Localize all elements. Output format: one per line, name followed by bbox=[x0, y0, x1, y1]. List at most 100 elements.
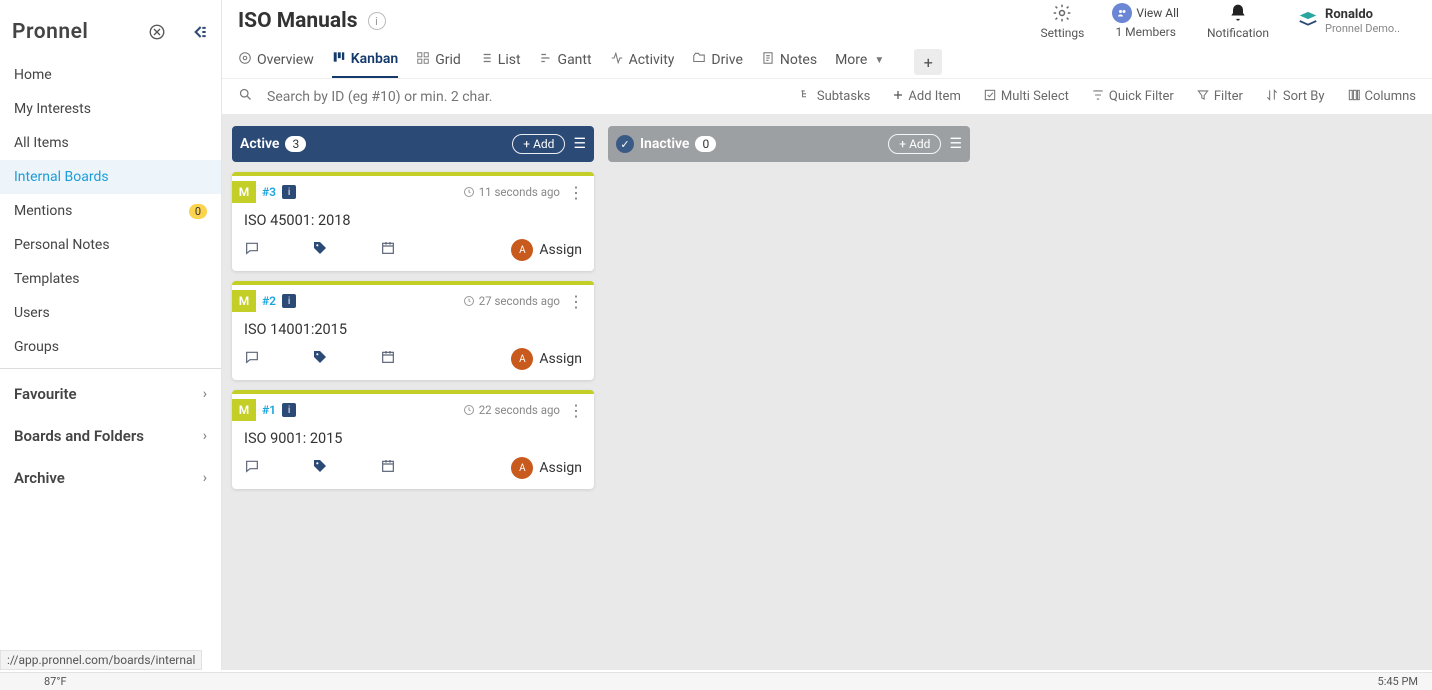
grid-icon bbox=[416, 51, 430, 69]
sidebar-item-users[interactable]: Users bbox=[0, 296, 221, 330]
sidebar-item-home[interactable]: Home bbox=[0, 58, 221, 92]
view-all-link[interactable]: View All bbox=[1112, 3, 1179, 23]
sidebar-item-label: Templates bbox=[14, 271, 80, 287]
notes-icon bbox=[761, 51, 775, 69]
add-view-button[interactable]: + bbox=[914, 49, 942, 75]
sidebar-item-label: Users bbox=[14, 305, 50, 321]
tab-grid[interactable]: Grid bbox=[416, 47, 461, 77]
column-menu-icon[interactable]: ☰ bbox=[949, 136, 962, 152]
tool-quick-filter[interactable]: Quick Filter bbox=[1091, 88, 1174, 106]
card-id[interactable]: #3 bbox=[262, 185, 276, 199]
column-header[interactable]: Active3+ Add☰ bbox=[232, 126, 594, 162]
tag-icon[interactable] bbox=[312, 349, 328, 369]
date-icon[interactable] bbox=[380, 458, 396, 478]
sidebar-item-label: Home bbox=[14, 67, 52, 83]
sidebar-item-internal-boards[interactable]: Internal Boards bbox=[0, 160, 221, 194]
tab-notes[interactable]: Notes bbox=[761, 47, 817, 77]
tool-label: Multi Select bbox=[1001, 89, 1069, 104]
tab-more[interactable]: More▼ bbox=[835, 48, 884, 76]
tab-drive[interactable]: Drive bbox=[692, 47, 742, 77]
card-info-icon[interactable]: i bbox=[282, 403, 296, 417]
card[interactable]: M#3i11 seconds ago⋮ISO 45001: 2018AAssig… bbox=[232, 172, 594, 271]
tab-overview[interactable]: Overview bbox=[238, 47, 314, 77]
card[interactable]: M#2i27 seconds ago⋮ISO 14001:2015AAssign bbox=[232, 281, 594, 380]
collapse-sidebar-icon[interactable] bbox=[189, 22, 209, 42]
sidebar-section-favourite[interactable]: Favourite› bbox=[0, 373, 221, 415]
assign-button[interactable]: AAssign bbox=[511, 239, 582, 261]
quick-filter-icon bbox=[1091, 88, 1105, 106]
card-timestamp: 22 seconds ago bbox=[463, 403, 560, 417]
sidebar-item-templates[interactable]: Templates bbox=[0, 262, 221, 296]
search-input[interactable] bbox=[267, 89, 547, 105]
column-menu-icon[interactable]: ☰ bbox=[573, 136, 586, 152]
assign-button[interactable]: AAssign bbox=[511, 348, 582, 370]
card-info-icon[interactable]: i bbox=[282, 185, 296, 199]
tool-label: Add Item bbox=[908, 89, 960, 104]
settings-button[interactable]: Settings bbox=[1041, 2, 1085, 40]
members-button[interactable]: View All 1 Members bbox=[1112, 3, 1179, 39]
tab-label: Overview bbox=[257, 52, 314, 68]
tool-filter[interactable]: Filter bbox=[1196, 88, 1243, 106]
sidebar-item-personal-notes[interactable]: Personal Notes bbox=[0, 228, 221, 262]
tool-add-item[interactable]: Add Item bbox=[892, 89, 960, 105]
avatar-icon: A bbox=[511, 239, 533, 261]
tool-multi-select[interactable]: Multi Select bbox=[983, 88, 1069, 106]
card-menu-icon[interactable]: ⋮ bbox=[568, 292, 584, 311]
card-id[interactable]: #1 bbox=[262, 403, 276, 417]
card-menu-icon[interactable]: ⋮ bbox=[568, 401, 584, 420]
check-icon: ✓ bbox=[616, 135, 634, 153]
assign-button[interactable]: AAssign bbox=[511, 457, 582, 479]
brand-logo[interactable]: Pronnel bbox=[12, 20, 88, 44]
tag-icon[interactable] bbox=[312, 458, 328, 478]
tab-kanban[interactable]: Kanban bbox=[332, 46, 398, 78]
column-header[interactable]: ✓ Inactive 0 + Add ☰ bbox=[608, 126, 970, 162]
add-card-button[interactable]: + Add bbox=[888, 134, 941, 154]
sort-by-icon bbox=[1265, 88, 1279, 106]
notification-button[interactable]: Notification bbox=[1207, 2, 1269, 40]
subtasks-icon bbox=[799, 88, 813, 106]
bell-icon bbox=[1227, 2, 1249, 24]
date-icon[interactable] bbox=[380, 349, 396, 369]
tab-gantt[interactable]: Gantt bbox=[539, 47, 592, 77]
tag-icon[interactable] bbox=[312, 240, 328, 260]
sidebar-item-my-interests[interactable]: My Interests bbox=[0, 92, 221, 126]
card-id[interactable]: #2 bbox=[262, 294, 276, 308]
tab-activity[interactable]: Activity bbox=[610, 47, 675, 77]
chevron-right-icon: › bbox=[203, 428, 207, 444]
add-item-icon bbox=[892, 89, 904, 105]
tab-list[interactable]: List bbox=[479, 47, 521, 77]
assign-label: Assign bbox=[539, 351, 582, 367]
sidebar-item-label: All Items bbox=[14, 135, 69, 151]
sidebar-item-mentions[interactable]: Mentions0 bbox=[0, 194, 221, 228]
sidebar-item-groups[interactable]: Groups bbox=[0, 330, 221, 364]
comment-icon[interactable] bbox=[244, 458, 260, 478]
profile-button[interactable]: Ronaldo Pronnel Demo.. bbox=[1297, 7, 1400, 35]
comment-icon[interactable] bbox=[244, 240, 260, 260]
sidebar-item-label: Groups bbox=[14, 339, 59, 355]
tools-icon[interactable] bbox=[147, 22, 167, 42]
sidebar-item-label: Internal Boards bbox=[14, 169, 109, 185]
sidebar-section-archive[interactable]: Archive› bbox=[0, 457, 221, 499]
search-icon[interactable] bbox=[238, 87, 253, 106]
info-icon[interactable]: i bbox=[368, 12, 386, 30]
column-count: 0 bbox=[695, 136, 716, 152]
column-count: 3 bbox=[285, 136, 306, 152]
card-menu-icon[interactable]: ⋮ bbox=[568, 183, 584, 202]
tool-subtasks[interactable]: Subtasks bbox=[799, 88, 871, 106]
add-card-button[interactable]: + Add bbox=[512, 134, 565, 154]
gear-icon bbox=[1051, 2, 1073, 24]
card-info-icon[interactable]: i bbox=[282, 294, 296, 308]
topbar: ISO Manuals i Settings bbox=[222, 0, 1432, 78]
card[interactable]: M#1i22 seconds ago⋮ISO 9001: 2015AAssign bbox=[232, 390, 594, 489]
comment-icon[interactable] bbox=[244, 349, 260, 369]
tool-sort-by[interactable]: Sort By bbox=[1265, 88, 1325, 106]
chevron-right-icon: › bbox=[203, 470, 207, 486]
column-name: Inactive bbox=[640, 136, 689, 152]
drive-icon bbox=[692, 51, 706, 69]
date-icon[interactable] bbox=[380, 240, 396, 260]
mentions-badge: 0 bbox=[189, 204, 207, 219]
sidebar-item-all-items[interactable]: All Items bbox=[0, 126, 221, 160]
tool-columns[interactable]: Columns bbox=[1347, 88, 1417, 106]
sidebar-section-boards-and-folders[interactable]: Boards and Folders› bbox=[0, 415, 221, 457]
taskbar: 87°F 5:45 PM bbox=[0, 672, 1432, 690]
